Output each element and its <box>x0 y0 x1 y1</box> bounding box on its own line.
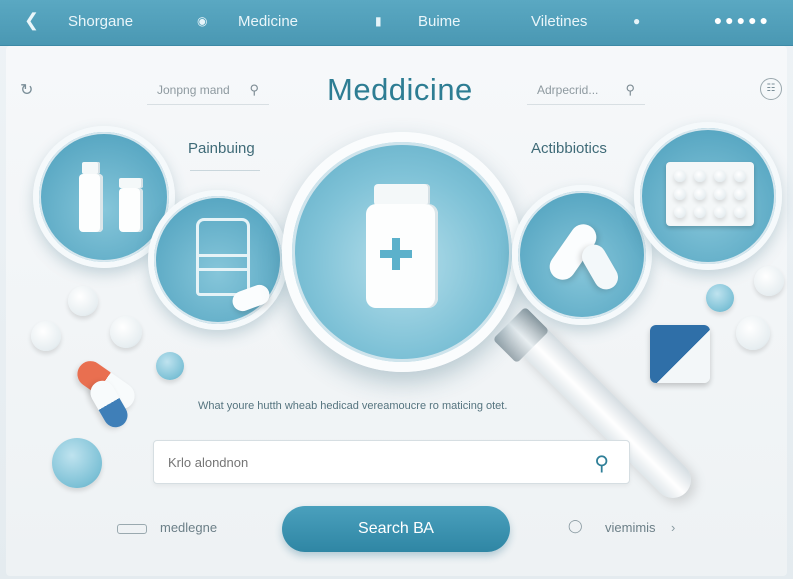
plus-icon <box>392 238 400 270</box>
nav-item-medicine[interactable]: Medicine <box>238 13 298 30</box>
pill-decoration <box>736 316 770 350</box>
settings-icon[interactable]: ☷ <box>760 78 782 100</box>
magnifier-lens <box>282 132 522 372</box>
bookmark-icon: ▮ <box>375 14 382 28</box>
tablet-dot <box>714 188 726 200</box>
capsule-icon <box>577 240 623 294</box>
caption-text: What youre hutth wheab hedicad vereamouc… <box>198 400 508 412</box>
tablet-dot <box>694 188 706 200</box>
search-icon[interactable]: ⚲ <box>625 82 635 98</box>
main-search-field[interactable]: ⚲ <box>153 440 630 484</box>
pill-decoration <box>706 284 734 312</box>
pill-decoration <box>31 321 61 351</box>
pill-icon: ◯ <box>568 518 583 533</box>
left-search-placeholder: Jonpng mand <box>157 82 230 97</box>
more-dots-icon[interactable]: ●●●●● <box>714 12 771 28</box>
tablet-dot <box>714 206 726 218</box>
pill-decoration <box>156 352 184 380</box>
tablet-dot <box>674 188 686 200</box>
right-search-placeholder: Adrpecrid... <box>537 82 599 97</box>
blister-category-circle[interactable] <box>634 122 782 270</box>
chevron-right-icon[interactable]: › <box>671 520 675 535</box>
tablet-dot <box>694 170 706 182</box>
pill-decoration <box>754 266 784 296</box>
refresh-icon[interactable]: ↻ <box>20 80 33 100</box>
painkiller-category-circle[interactable] <box>148 190 288 330</box>
tablet-dot <box>714 170 726 182</box>
divider <box>190 170 260 171</box>
nav-item-shorgane[interactable]: Shorgane <box>68 13 133 30</box>
blister-grid <box>666 162 754 226</box>
pill-decoration <box>110 316 142 348</box>
divider <box>196 254 250 257</box>
pill-decoration <box>52 438 102 488</box>
tablet-dot <box>734 170 746 182</box>
category-actibbiotics[interactable]: Actibbiotics <box>531 140 607 157</box>
tablet-dot <box>734 188 746 200</box>
divider <box>196 268 250 271</box>
leaf-icon: ◉ <box>197 14 208 28</box>
medicine-bottle-icon <box>366 204 438 308</box>
main-search-input[interactable] <box>168 454 568 470</box>
vial-icon <box>119 188 143 232</box>
blister-decoration <box>650 325 710 383</box>
top-navigation-bar: ❮ Shorgane ◉ Medicine ▮ Buime Viletines … <box>0 0 793 46</box>
tablet-dot <box>694 206 706 218</box>
tablet-dot <box>734 206 746 218</box>
vial-cap <box>82 162 100 174</box>
search-icon[interactable]: ⚲ <box>249 82 259 98</box>
bottle-cap <box>374 184 430 206</box>
nav-item-viletines[interactable]: Viletines <box>531 13 587 30</box>
tablet-dot <box>674 206 686 218</box>
search-button[interactable]: Search ВА <box>282 506 510 552</box>
pin-icon[interactable]: ● <box>633 14 640 28</box>
tablet-dot <box>674 170 686 182</box>
page-title: Meddicine <box>327 72 473 107</box>
antibiotics-category-circle[interactable] <box>512 185 652 325</box>
vial-icon <box>79 174 103 232</box>
blister-pack-icon <box>666 162 754 226</box>
nav-item-buime[interactable]: Buime <box>418 13 461 30</box>
search-icon[interactable]: ⚲ <box>594 451 609 476</box>
right-search-field[interactable]: Adrpecrid... ⚲ <box>527 75 645 105</box>
vial-cap <box>119 178 143 188</box>
pill-decoration <box>68 286 98 316</box>
footer-link-medlegne[interactable]: medlegne <box>160 520 217 535</box>
tag-icon <box>117 524 147 534</box>
footer-link-viemimis[interactable]: viemimis <box>605 520 656 535</box>
bottle-outline-icon <box>196 218 250 296</box>
chevron-left-icon[interactable]: ❮ <box>24 10 39 31</box>
left-search-field[interactable]: Jonpng mand ⚲ <box>147 75 269 105</box>
category-painbuing[interactable]: Painbuing <box>188 140 255 157</box>
